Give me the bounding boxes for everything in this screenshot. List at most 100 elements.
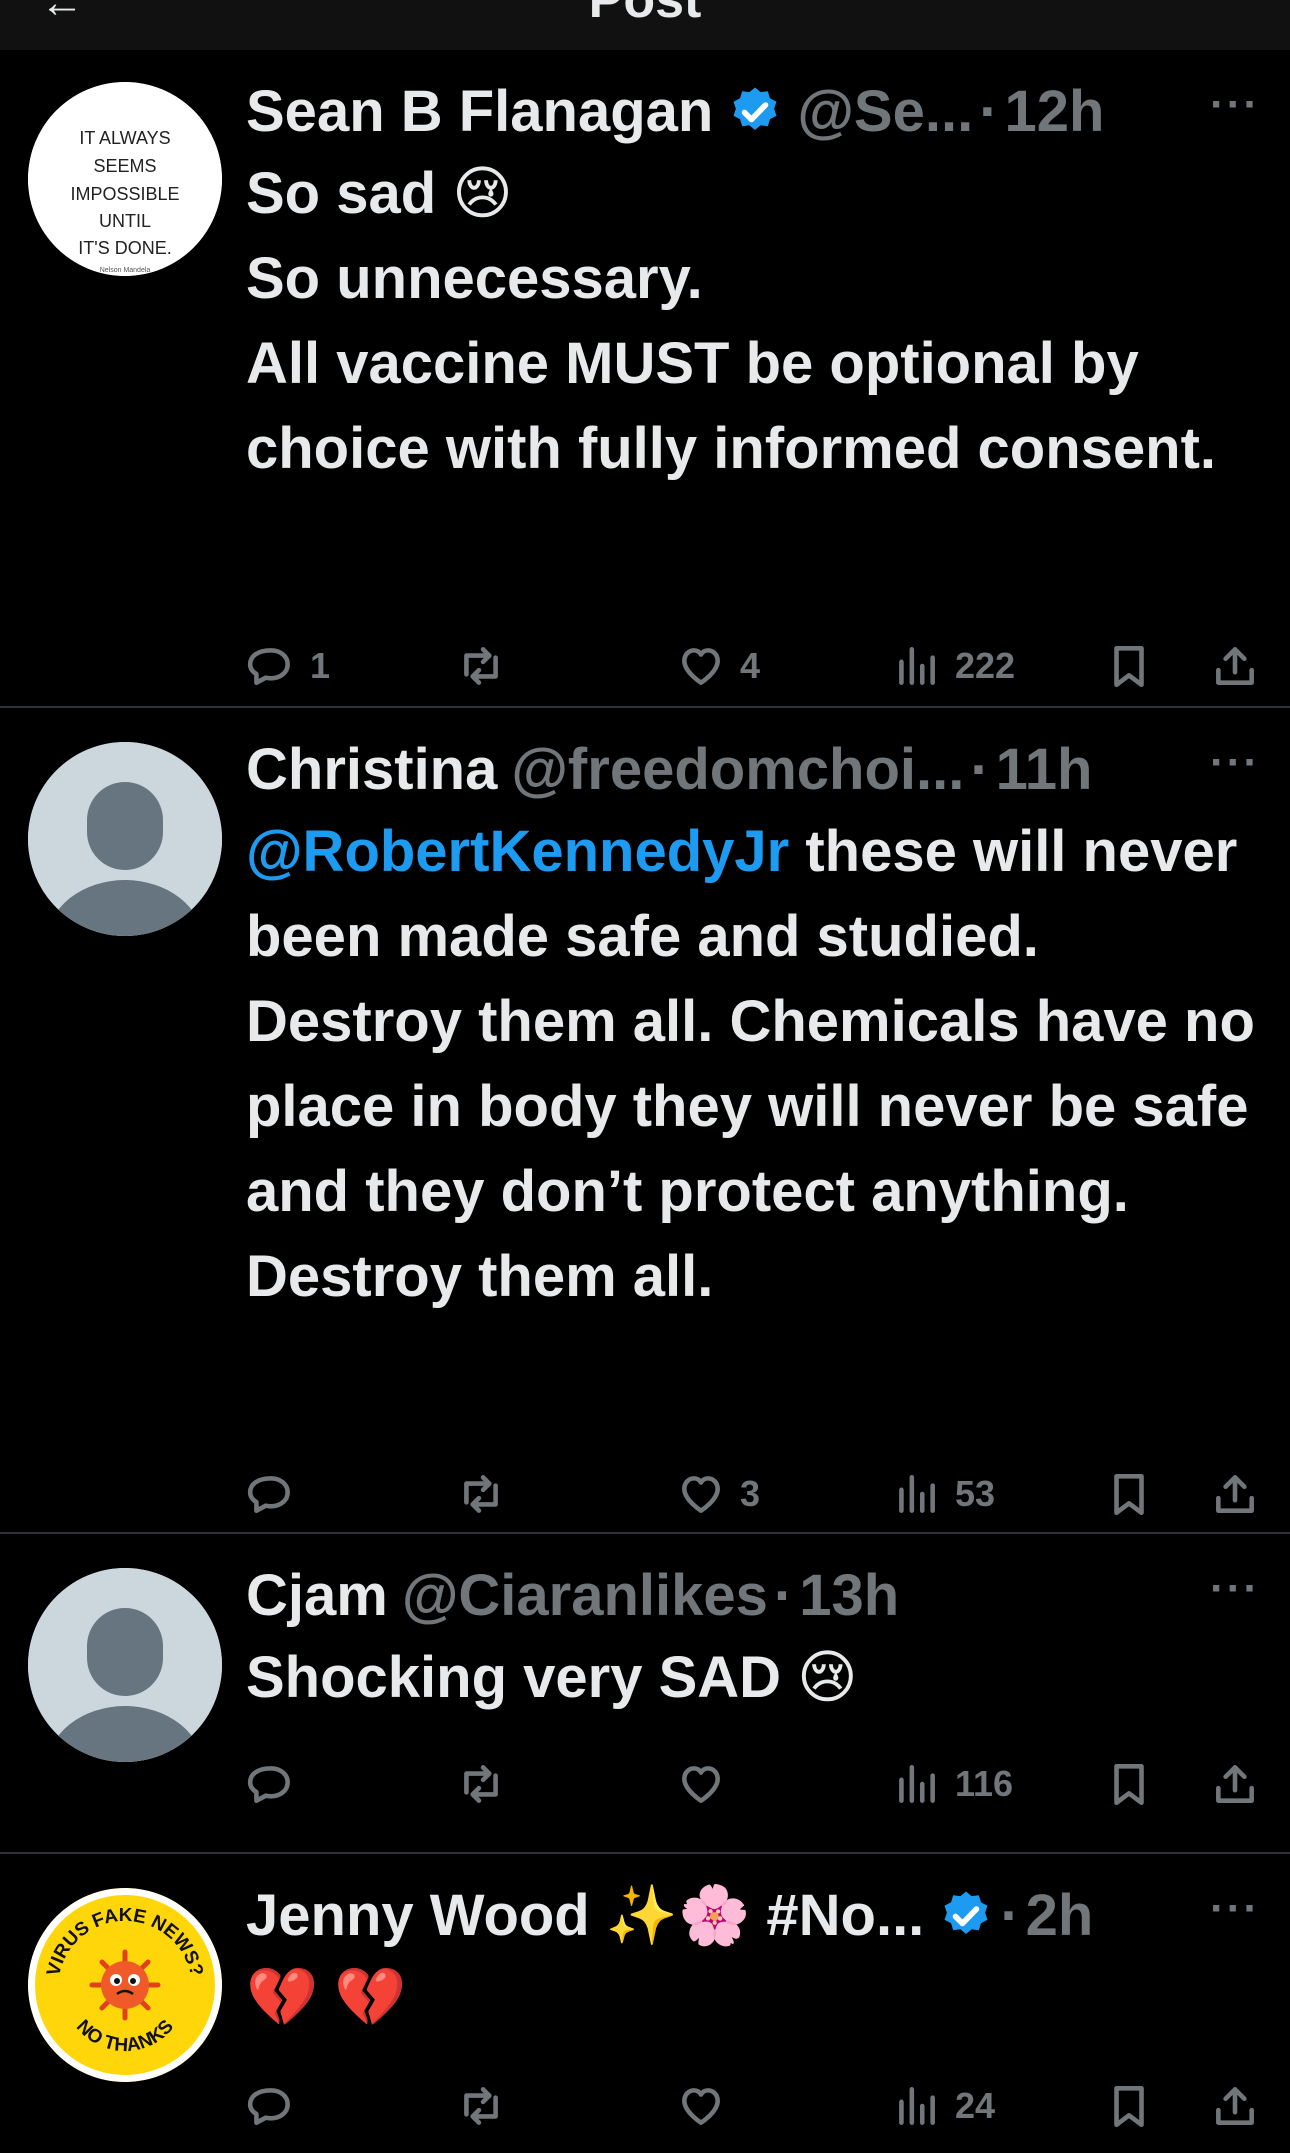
avatar[interactable]: VIRUS FAKE NEWS? NO THANKS [28,1888,222,2082]
author-handle[interactable]: @Se... [797,75,973,149]
post-header: Jenny Wood ✨🌸 #No... · 2h [246,1879,1260,1953]
views-count: 24 [955,2085,996,2126]
virus-sticker-icon: VIRUS FAKE NEWS? NO THANKS [28,1888,222,2082]
author-handle[interactable]: @freedomchoi... [511,733,964,807]
post-actions: 116 [246,1754,1260,1814]
share-button[interactable] [1210,1464,1260,1524]
reply-icon [247,648,290,685]
reply-button[interactable] [246,1464,310,1524]
share-button[interactable] [1210,2076,1260,2136]
like-button[interactable] [676,2076,740,2136]
separator-dot: · [970,737,990,802]
reply-icon [247,2088,290,2125]
reply-icon [247,1766,290,1803]
post-time[interactable]: 13h [799,1559,899,1633]
like-count: 4 [740,645,761,686]
post-header: Christina @freedomchoi... · 11h [246,733,1260,807]
more-options-icon[interactable]: ··· [1210,83,1260,127]
post-text: So sad 😢 So unnecessary. All vaccine MUS… [246,161,1216,481]
svg-text:IT ALWAYS: IT ALWAYS [79,128,170,148]
post-actions: 3 53 [246,1464,1260,1524]
share-icon [1216,1475,1254,1513]
share-icon [1216,2087,1254,2125]
verified-badge-icon [733,87,777,130]
like-button[interactable]: 3 [676,1464,760,1524]
repost-button[interactable] [456,636,520,696]
views-count: 222 [955,645,1016,686]
author-handle[interactable]: @Ciaranlikes [402,1559,768,1633]
repost-button[interactable] [456,1464,520,1524]
heart-icon [682,1766,720,1803]
svg-text:IMPOSSIBLE: IMPOSSIBLE [70,184,179,204]
post-time[interactable]: 2h [1026,1879,1094,1953]
post-body: these will never been made safe and stud… [246,819,1272,1309]
post-item[interactable]: IT ALWAYS SEEMS IMPOSSIBLE UNTIL IT'S DO… [0,50,1290,708]
views-button[interactable]: 222 [891,636,1015,696]
share-icon [1216,1765,1254,1803]
post-time[interactable]: 11h [996,733,1093,807]
verified-badge-icon [944,1891,988,1934]
post-text: Shocking very SAD 😢 [246,1645,858,1710]
top-bar: ← Post [0,0,1290,50]
repost-button[interactable] [456,1754,520,1814]
bookmark-button[interactable] [1104,1754,1154,1814]
reply-button[interactable] [246,1754,310,1814]
post-time[interactable]: 12h [1005,75,1105,149]
views-button[interactable]: 53 [891,1464,995,1524]
views-count: 116 [955,1763,1014,1804]
svg-text:IT'S DONE.: IT'S DONE. [78,238,171,258]
share-button[interactable] [1210,1754,1260,1814]
like-button[interactable] [676,1754,740,1814]
like-count: 3 [740,1473,761,1514]
avatar[interactable] [28,742,222,936]
reply-count: 1 [310,645,331,686]
reply-button[interactable] [246,2076,310,2136]
mention-link[interactable]: @RobertKennedyJr [246,819,789,884]
post-item[interactable]: VIRUS FAKE NEWS? NO THANKS Jenny Wood ✨🌸… [0,1854,1290,2153]
post-actions: 1 4 222 [246,636,1260,696]
author-name[interactable]: Jenny Wood ✨🌸 #No... [246,1879,924,1953]
avatar[interactable]: IT ALWAYS SEEMS IMPOSSIBLE UNTIL IT'S DO… [28,82,222,276]
repost-button[interactable] [456,2076,520,2136]
more-options-icon[interactable]: ··· [1210,1567,1260,1611]
views-chart-icon [899,1765,935,1803]
heart-icon [682,648,720,685]
bookmark-button[interactable] [1104,2076,1154,2136]
svg-text:SEEMS: SEEMS [93,156,156,176]
post-header: Sean B Flanagan @Se... · 12h [246,75,1260,149]
views-chart-icon [899,647,935,685]
page-title: Post [588,0,702,29]
svg-text:UNTIL: UNTIL [99,211,151,231]
heart-icon [682,2088,720,2125]
views-count: 53 [955,1473,996,1514]
svg-text:Nelson Mandela: Nelson Mandela [100,267,151,274]
more-options-icon[interactable]: ··· [1210,1887,1260,1931]
post-actions: 24 [246,2076,1260,2136]
more-options-icon[interactable]: ··· [1210,741,1260,785]
views-button[interactable]: 24 [891,2076,995,2136]
author-name[interactable]: Cjam [246,1559,388,1633]
share-button[interactable] [1210,636,1260,696]
default-avatar-icon [28,742,222,936]
bookmark-icon [1114,2086,1144,2128]
separator-dot: · [979,79,999,144]
repost-icon [464,1765,498,1803]
bookmark-icon [1114,646,1144,688]
post-item[interactable]: Cjam @Ciaranlikes · 13h ··· Shocking ver… [0,1534,1290,1854]
quote-image-icon: IT ALWAYS SEEMS IMPOSSIBLE UNTIL IT'S DO… [28,82,222,276]
reply-icon [247,1476,290,1513]
like-button[interactable]: 4 [676,636,760,696]
avatar[interactable] [28,1568,222,1762]
repost-icon [464,647,498,685]
reply-button[interactable]: 1 [246,636,330,696]
post-header: Cjam @Ciaranlikes · 13h [246,1559,1260,1633]
author-name[interactable]: Sean B Flanagan [246,75,713,149]
post-text: @RobertKennedyJr these will never been m… [246,809,1260,1319]
default-avatar-icon [28,1568,222,1762]
views-chart-icon [899,2087,935,2125]
views-button[interactable]: 116 [891,1754,1013,1814]
bookmark-button[interactable] [1104,1464,1154,1524]
author-name[interactable]: Christina [246,733,497,807]
post-item[interactable]: Christina @freedomchoi... · 11h ··· @Rob… [0,708,1290,1534]
bookmark-button[interactable] [1104,636,1154,696]
